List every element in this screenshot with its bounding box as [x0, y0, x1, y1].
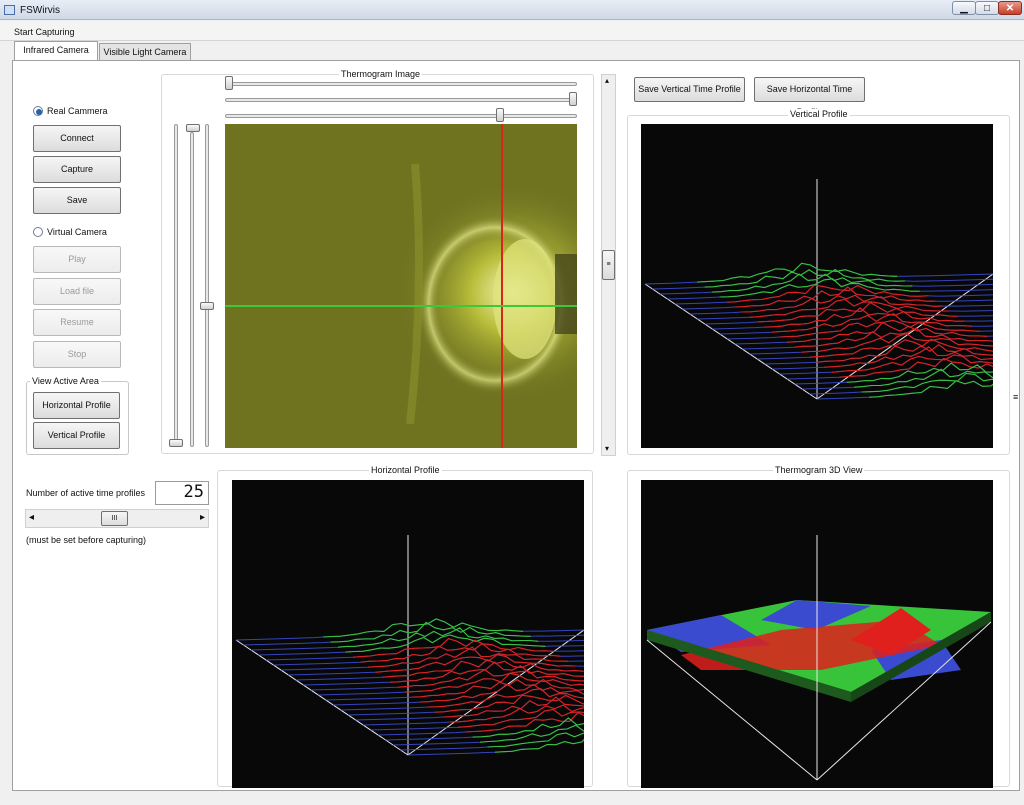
scroll-down-arrow-icon[interactable]: ▾ [605, 444, 609, 453]
profile-trace [442, 696, 584, 718]
time-profiles-lcd: 25 [155, 481, 209, 505]
horizontal-profile-title: Horizontal Profile [369, 465, 442, 475]
left-slider-3[interactable] [190, 132, 194, 447]
virtual-camera-label: Virtual Camera [47, 227, 107, 237]
thermogram-3d-plot [641, 480, 993, 788]
real-camera-label: Real Cammera [47, 106, 108, 116]
capture-button[interactable]: Capture [33, 156, 121, 183]
left-slider-2[interactable] [205, 124, 209, 447]
left-slider-3-handle[interactable] [186, 124, 200, 132]
horizontal-profile-button[interactable]: Horizontal Profile [33, 392, 120, 419]
load-file-button[interactable]: Load file [33, 278, 121, 305]
profile-trace [457, 708, 584, 728]
close-button[interactable]: ✕ [998, 1, 1022, 15]
top-slider-1-handle[interactable] [225, 76, 233, 90]
window-title: FSWirvis [20, 5, 60, 16]
tab-visible-light-camera[interactable]: Visible Light Camera [99, 43, 191, 60]
stop-button[interactable]: Stop [33, 341, 121, 368]
menu-bar: Start Capturing [0, 21, 1024, 41]
profile-trace [854, 368, 993, 388]
right-edge-grip-icon: ≡ [1013, 392, 1019, 402]
play-button[interactable]: Play [33, 246, 121, 273]
top-slider-3-handle[interactable] [496, 108, 504, 122]
connect-button[interactable]: Connect [33, 125, 121, 152]
profile-trace [869, 380, 993, 398]
top-slider-2-handle[interactable] [569, 92, 577, 106]
save-horizontal-time-profile-button[interactable]: Save Horizontal Time Profile [754, 77, 865, 117]
view-active-area-title: View Active Area [30, 376, 101, 386]
profile-trace [427, 688, 584, 708]
profile-baseline [265, 638, 584, 661]
virtual-camera-radio[interactable] [33, 227, 43, 237]
resume-button[interactable]: Resume [33, 309, 121, 336]
y-axis-line [407, 629, 584, 756]
real-camera-radio[interactable] [33, 106, 43, 116]
profile-baseline [727, 319, 993, 340]
profile-baseline [787, 357, 993, 380]
vertical-profile-button[interactable]: Vertical Profile [33, 422, 120, 449]
save-button[interactable]: Save [33, 187, 121, 214]
top-slider-1[interactable] [225, 82, 577, 86]
title-bar: FSWirvis ▁ □ ✕ [0, 0, 1024, 20]
scroll-up-arrow-icon[interactable]: ▴ [605, 76, 609, 85]
profile-trace [861, 372, 993, 393]
app-icon [4, 5, 15, 15]
thermogram-image[interactable] [225, 124, 577, 448]
profile-trace [322, 618, 524, 638]
time-profiles-label: Number of active time profiles [26, 488, 146, 498]
main-scroll-thumb[interactable]: ≡ [602, 250, 615, 280]
vertical-profile-title: Vertical Profile [788, 109, 850, 119]
menu-start-capturing[interactable]: Start Capturing [14, 27, 75, 37]
x-axis-line [235, 639, 409, 756]
left-slider-1-handle[interactable] [169, 439, 183, 447]
left-slider-2-handle[interactable] [200, 302, 214, 310]
scroll-left-arrow-icon[interactable]: ◂ [29, 512, 34, 523]
left-slider-1[interactable] [174, 124, 178, 447]
top-slider-2[interactable] [225, 98, 577, 102]
time-profiles-note: (must be set before capturing) [26, 535, 147, 545]
minimize-button[interactable]: ▁ [952, 1, 976, 15]
thermogram-title: Thermogram Image [339, 69, 423, 79]
vertical-profile-plot [641, 124, 993, 448]
tab-infrared-camera[interactable]: Infrared Camera [14, 41, 98, 61]
scroll-right-arrow-icon[interactable]: ▸ [200, 512, 205, 523]
horizontal-profile-plot [232, 480, 584, 788]
maximize-button[interactable]: □ [975, 1, 999, 15]
thermogram-3d-title: Thermogram 3D View [773, 465, 865, 475]
profile-trace [330, 621, 531, 643]
top-slider-3[interactable] [225, 114, 577, 118]
profile-trace [487, 732, 584, 748]
profile-trace [479, 724, 584, 743]
time-profiles-scroll-thumb[interactable]: III [101, 511, 128, 526]
y-axis-line [816, 273, 993, 400]
save-vertical-time-profile-button[interactable]: Save Vertical Time Profile [634, 77, 745, 102]
